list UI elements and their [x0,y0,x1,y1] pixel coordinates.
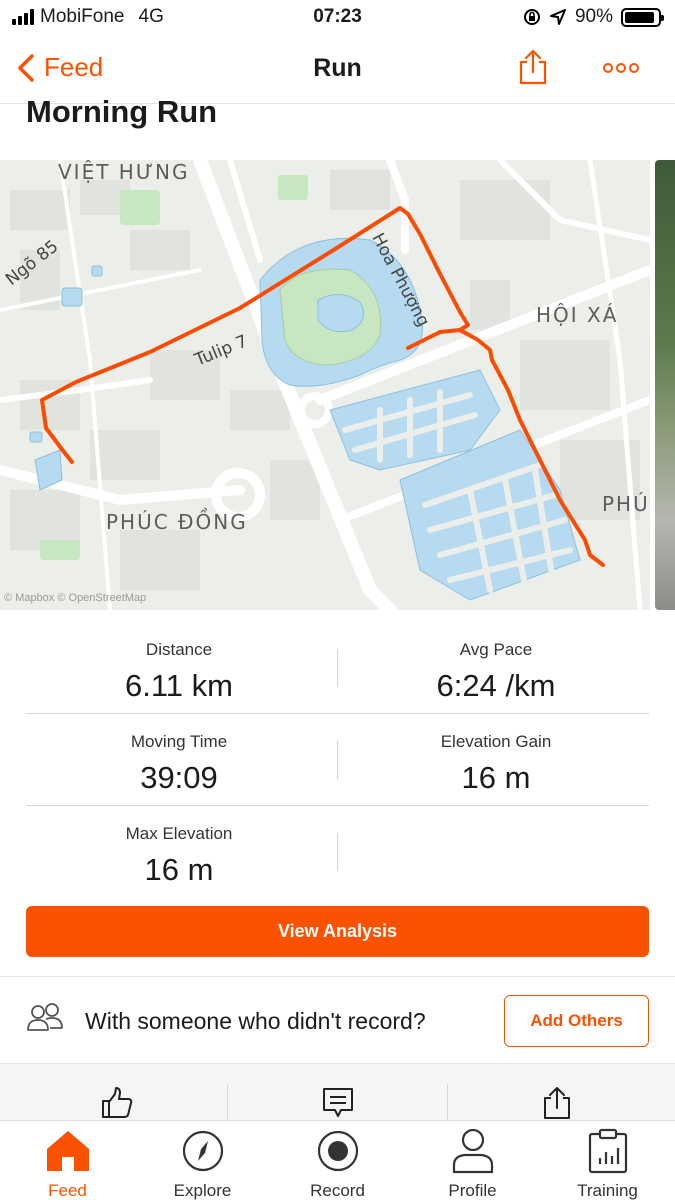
people-icon [27,1003,63,1031]
tab-bar: Feed Explore Record Profile Training [0,1120,675,1200]
tab-profile[interactable]: Profile [405,1127,540,1200]
home-icon [46,1131,89,1171]
battery-percent: 90% [574,6,613,27]
stat-value: 6:24 /km [436,668,556,703]
map-label-phu: PHÚ [602,492,650,516]
tab-training[interactable]: Training [540,1127,675,1200]
stat-value: 16 m [144,852,214,887]
tab-feed[interactable]: Feed [0,1127,135,1200]
battery-icon [621,7,664,27]
record-icon [317,1130,358,1172]
thumbs-up-icon[interactable] [100,1086,134,1120]
stat-elevation-gain: Elevation Gain 16 m [327,732,665,796]
activity-photo-thumbnail[interactable] [655,160,675,610]
stat-label: Moving Time [130,732,228,751]
stat-max-elevation: Max Elevation 16 m [10,824,348,888]
add-others-button[interactable]: Add Others [504,995,649,1047]
stat-value: 39:09 [140,760,218,795]
tab-record[interactable]: Record [270,1127,405,1200]
stat-label: Distance [145,640,213,659]
map-canvas [0,160,650,610]
location-arrow-icon [549,9,566,25]
stat-label: Elevation Gain [440,732,552,751]
tab-label: Training [577,1181,638,1200]
battery-fill [625,11,654,23]
share-icon[interactable] [518,48,548,86]
comment-icon[interactable] [321,1086,355,1120]
stat-divider [337,833,338,871]
more-icon[interactable] [602,62,640,74]
training-icon [588,1128,627,1174]
tab-label: Record [310,1181,365,1200]
compass-icon [182,1130,223,1172]
stat-label: Avg Pace [459,640,533,659]
tab-label: Explore [173,1181,232,1200]
tab-explore[interactable]: Explore [135,1127,270,1200]
activity-title: Morning Run [26,94,218,129]
stat-avg-pace: Avg Pace 6:24 /km [327,640,665,704]
action-divider [227,1084,228,1121]
stat-label: Max Elevation [125,824,233,843]
with-others-text: With someone who didn't record? [85,1008,426,1034]
page-title: Run [313,54,362,82]
stat-moving-time: Moving Time 39:09 [10,732,348,796]
map-label-viet-hung: VIỆT HƯNG [58,160,190,184]
stat-value: 6.11 km [125,668,233,703]
with-others-row: With someone who didn't record? Add Othe… [0,978,675,1062]
person-icon [452,1128,493,1174]
row-divider [26,805,649,806]
rotation-lock-icon [523,9,540,25]
map-label-hoi-xa: HỘI XÁ [536,303,619,327]
map-label-phuc-dong: PHÚC ĐỒNG [106,510,248,534]
share-icon[interactable] [543,1086,571,1120]
status-bar: MobiFone 4G 07:23 90% [0,0,675,36]
view-analysis-button[interactable]: View Analysis [26,906,649,957]
status-right: 90% [523,6,664,28]
route-map[interactable]: VIỆT HƯNG HỘI XÁ PHÚC ĐỒNG PHÚ Ngõ 85 Tu… [0,160,650,610]
action-divider [447,1084,448,1121]
stat-value: 16 m [461,760,531,795]
row-divider [26,713,649,714]
tab-label: Profile [448,1181,497,1200]
action-bar [0,1063,675,1121]
map-attribution[interactable]: © Mapbox © OpenStreetMap [4,592,146,604]
stat-distance: Distance 6.11 km [10,640,348,704]
tab-label: Feed [48,1181,87,1200]
section-divider [0,976,675,977]
